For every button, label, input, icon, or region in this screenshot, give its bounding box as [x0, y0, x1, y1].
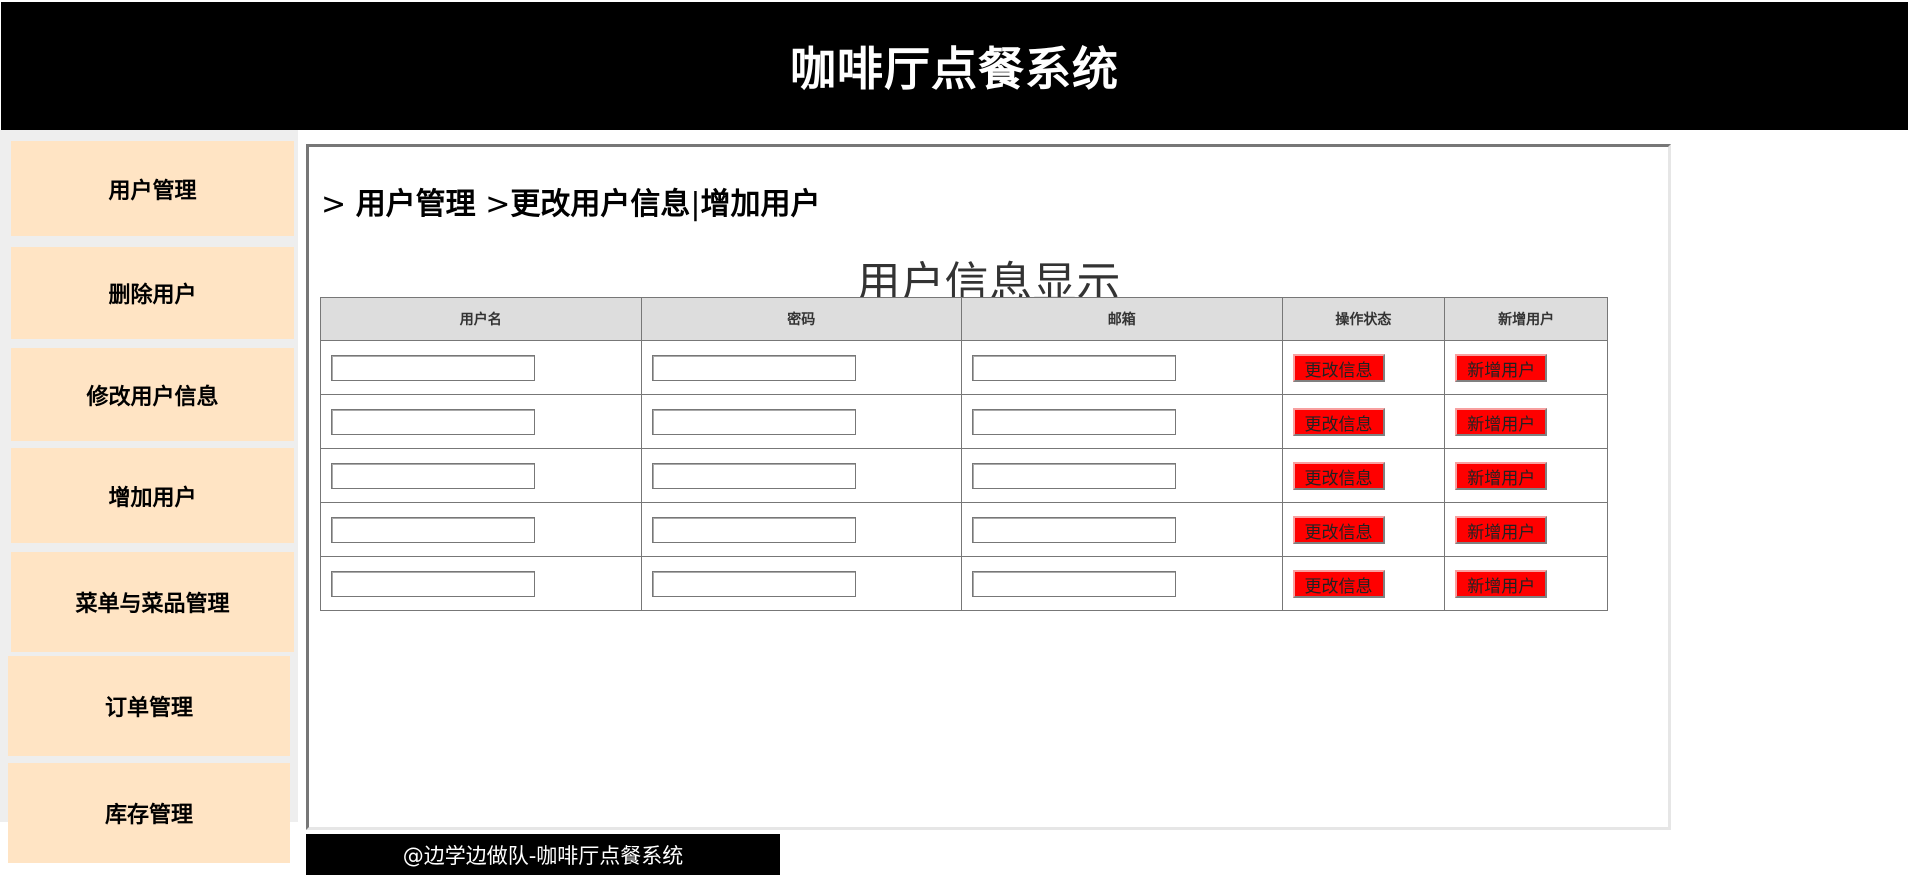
column-header-operation-status: 操作状态: [1281, 297, 1446, 341]
table-cell: [320, 556, 642, 611]
breadcrumb-modify-user[interactable]: 更改用户信息: [510, 187, 690, 222]
table-cell: 新增用户: [1444, 340, 1608, 395]
table-cell: 新增用户: [1444, 448, 1608, 503]
table-cell: [640, 556, 962, 611]
table-cell: 更改信息: [1281, 394, 1446, 449]
column-header-add-user: 新增用户: [1444, 297, 1608, 341]
table-cell: 更改信息: [1281, 448, 1446, 503]
username-input[interactable]: [331, 354, 535, 381]
edit-info-button[interactable]: 更改信息: [1292, 569, 1385, 598]
table-cell: [640, 502, 962, 557]
password-input[interactable]: [651, 462, 856, 489]
sidebar-item-order-management[interactable]: 订单管理: [8, 656, 290, 756]
table-cell: [320, 394, 642, 449]
add-user-button[interactable]: 新增用户: [1455, 515, 1548, 544]
user-table: 用户名 密码 邮箱 操作状态 新增用户 更改信息 新增用户 更改信息 新增用户: [320, 297, 1608, 611]
table-cell: 更改信息: [1281, 340, 1446, 395]
breadcrumb-user-management[interactable]: 用户管理: [356, 187, 476, 222]
table-row: 更改信息 新增用户: [320, 448, 1608, 503]
app-header: 咖啡厅点餐系统: [1, 2, 1908, 130]
username-input[interactable]: [331, 570, 535, 597]
table-cell: 更改信息: [1281, 556, 1446, 611]
table-cell: [961, 448, 1283, 503]
table-cell: [320, 340, 642, 395]
sidebar-item-menu-management[interactable]: 菜单与菜品管理: [11, 552, 294, 652]
table-row: 更改信息 新增用户: [320, 340, 1608, 395]
username-input[interactable]: [331, 462, 535, 489]
username-input[interactable]: [331, 408, 535, 435]
password-input[interactable]: [651, 408, 856, 435]
email-input[interactable]: [972, 462, 1176, 489]
table-cell: [961, 394, 1283, 449]
edit-info-button[interactable]: 更改信息: [1292, 407, 1385, 436]
add-user-button[interactable]: 新增用户: [1455, 461, 1548, 490]
email-input[interactable]: [972, 516, 1176, 543]
table-cell: [320, 448, 642, 503]
table-row: 更改信息 新增用户: [320, 394, 1608, 449]
username-input[interactable]: [331, 516, 535, 543]
table-cell: [640, 340, 962, 395]
password-input[interactable]: [651, 570, 856, 597]
edit-info-button[interactable]: 更改信息: [1292, 515, 1385, 544]
sidebar-item-inventory-management[interactable]: 库存管理: [8, 763, 290, 863]
table-cell: [961, 556, 1283, 611]
table-cell: [640, 448, 962, 503]
sidebar-item-label: 用户管理: [108, 178, 197, 204]
sidebar-item-label: 订单管理: [104, 696, 193, 721]
main-content: > 用户管理 >更改用户信息|增加用户 用户信息显示 用户名 密码 邮箱 操作状…: [306, 144, 1671, 830]
password-input[interactable]: [651, 354, 856, 381]
edit-info-button[interactable]: 更改信息: [1292, 461, 1385, 490]
sidebar-item-modify-user[interactable]: 修改用户信息: [11, 348, 294, 441]
email-input[interactable]: [972, 354, 1176, 381]
app-title: 咖啡厅点餐系统: [790, 42, 1119, 96]
table-cell: 更改信息: [1281, 502, 1446, 557]
table-row: 更改信息 新增用户: [320, 556, 1608, 611]
add-user-button[interactable]: 新增用户: [1455, 353, 1548, 382]
breadcrumb-divider: |: [690, 187, 701, 222]
table-cell: 新增用户: [1444, 394, 1608, 449]
sidebar-item-user-management[interactable]: 用户管理: [11, 141, 294, 236]
footer-text: @边学边做队-咖啡厅点餐系统: [402, 843, 684, 868]
table-row: 更改信息 新增用户: [320, 502, 1608, 557]
column-header-email: 邮箱: [961, 297, 1283, 341]
table-header-row: 用户名 密码 邮箱 操作状态 新增用户: [320, 297, 1608, 341]
email-input[interactable]: [972, 408, 1176, 435]
add-user-button[interactable]: 新增用户: [1455, 407, 1548, 436]
sidebar-item-label: 删除用户: [108, 283, 197, 308]
sidebar-item-delete-user[interactable]: 删除用户: [11, 247, 294, 339]
add-user-button[interactable]: 新增用户: [1455, 569, 1548, 598]
table-cell: [961, 340, 1283, 395]
sidebar-item-add-user[interactable]: 增加用户: [11, 448, 294, 543]
breadcrumb-separator: >: [321, 187, 356, 222]
column-header-password: 密码: [640, 297, 962, 341]
table-cell: [640, 394, 962, 449]
footer: @边学边做队-咖啡厅点餐系统: [306, 834, 780, 875]
table-cell: [320, 502, 642, 557]
table-cell: [961, 502, 1283, 557]
email-input[interactable]: [972, 570, 1176, 597]
sidebar-item-label: 修改用户信息: [86, 384, 219, 410]
sidebar-item-label: 库存管理: [104, 803, 193, 828]
sidebar-item-label: 增加用户: [108, 485, 197, 511]
table-cell: 新增用户: [1444, 556, 1608, 611]
sidebar: 用户管理 删除用户 修改用户信息 增加用户 菜单与菜品管理 订单管理 库存管理: [0, 130, 298, 863]
table-cell: 新增用户: [1444, 502, 1608, 557]
password-input[interactable]: [651, 516, 856, 543]
column-header-username: 用户名: [320, 297, 642, 341]
breadcrumb-add-user[interactable]: 增加用户: [700, 187, 820, 222]
breadcrumb: > 用户管理 >更改用户信息|增加用户: [321, 179, 820, 223]
edit-info-button[interactable]: 更改信息: [1292, 353, 1385, 382]
breadcrumb-separator: >: [475, 187, 511, 222]
sidebar-item-label: 菜单与菜品管理: [75, 592, 230, 617]
